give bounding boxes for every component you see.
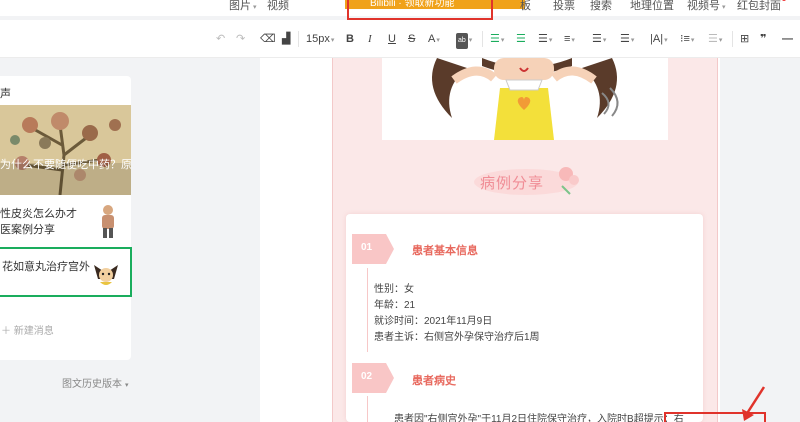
- notification-dot: [782, 0, 786, 1]
- undo-icon[interactable]: ↶: [216, 32, 225, 46]
- article-title: 性皮炎怎么办才 医案例分享: [0, 208, 77, 236]
- annotation-red-box: [347, 0, 493, 20]
- chevron-down-icon: ▾: [125, 382, 129, 389]
- divider: [367, 268, 368, 352]
- section-title-text: 病例分享: [480, 175, 545, 192]
- italic-button[interactable]: I: [368, 32, 372, 46]
- article-list-panel: 声 为什么不要随便吃中药？原因在这 性皮炎怎么办才 医案例分享 花如意丸治疗宫外: [0, 76, 132, 360]
- section-title-banner: 病例分享: [466, 160, 586, 200]
- format-painter-icon[interactable]: ⌫: [260, 32, 276, 46]
- menu-video[interactable]: 视频: [267, 0, 289, 13]
- cover-article-title: 为什么不要随便吃中药？原因在这: [0, 159, 131, 171]
- cover-image[interactable]: [0, 105, 131, 195]
- cover-artwork: [0, 105, 131, 195]
- chevron-down-icon: ▾: [722, 4, 726, 11]
- indent-icon[interactable]: ☰▾: [538, 32, 552, 48]
- divider: [367, 396, 368, 422]
- section-heading: 患者病史: [412, 375, 456, 387]
- menu-template[interactable]: 板: [520, 0, 531, 13]
- cartoon-illustration: [382, 58, 668, 140]
- bullet-list-icon[interactable]: ⁝≡▾: [680, 32, 694, 48]
- format-toolbar: ↶ ↷ ⌫ ▟ 15px▾ B I U S A▾ ab ▾ ☰▾ ☰ ☰▾ ≡▾ …: [0, 20, 800, 58]
- section-number-badge: 02: [352, 363, 394, 393]
- panel-title: 声: [0, 88, 11, 100]
- chevron-down-icon: ▾: [253, 4, 257, 11]
- font-size-select[interactable]: 15px▾: [306, 32, 334, 48]
- quote-icon[interactable]: ❞: [760, 32, 766, 46]
- clear-format-icon[interactable]: ▟: [282, 32, 290, 46]
- info-gender: 性别：女: [374, 284, 414, 295]
- info-age: 年龄：21: [374, 300, 416, 311]
- menu-search[interactable]: 搜索: [590, 0, 612, 13]
- ordered-list-icon[interactable]: ☰▾: [708, 32, 722, 48]
- history-paragraph: 患者因"右侧宫外孕"于11月2日住院保守治疗，入院时B超提示：右: [394, 414, 684, 422]
- font-color-button[interactable]: A▾: [428, 32, 440, 48]
- letter-spacing-icon[interactable]: |A|▾: [650, 32, 668, 48]
- highlight-button[interactable]: ab ▾: [456, 32, 472, 49]
- line-height-icon[interactable]: ≡▾: [564, 32, 575, 48]
- more-icon[interactable]: —: [782, 32, 793, 46]
- table-icon[interactable]: ⊞: [740, 32, 749, 46]
- menu-vote[interactable]: 投票: [553, 0, 575, 13]
- info-complaint: 患者主诉：右侧宫外孕保守治疗后1周: [374, 332, 540, 343]
- strikethrough-button[interactable]: S: [408, 32, 415, 46]
- article-title: 花如意丸治疗宫外: [2, 261, 90, 273]
- top-menubar: Bilibili · 领取新功能 图片 ▾ 视频 板 投票 搜索 地理位置 视频号…: [0, 0, 800, 20]
- paragraph-spacing-icon[interactable]: ☰▾: [592, 32, 606, 48]
- section-number-badge: 01: [352, 234, 394, 264]
- menu-channels[interactable]: 视频号 ▾: [687, 0, 726, 13]
- section-heading: 患者基本信息: [412, 245, 478, 257]
- list-item-selected[interactable]: 花如意丸治疗宫外: [0, 247, 132, 297]
- info-visit-date: 就诊时间：2021年11月9日: [374, 316, 493, 327]
- article-thumbnail: [102, 205, 114, 238]
- menu-red-envelope[interactable]: 红包封面: [737, 0, 786, 13]
- article-thumbnail: [94, 265, 118, 285]
- annotation-arrow-icon: [742, 386, 766, 421]
- list-indent-icon[interactable]: ☰▾: [620, 32, 634, 48]
- history-versions-link[interactable]: 图文历史版本 ▾: [62, 375, 129, 390]
- align-center-icon[interactable]: ☰: [516, 32, 526, 46]
- menu-images[interactable]: 图片 ▾: [229, 0, 257, 13]
- redo-icon[interactable]: ↷: [236, 32, 245, 46]
- list-item[interactable]: 性皮炎怎么办才 医案例分享: [0, 198, 131, 248]
- new-message-button[interactable]: ＋ 新建消息: [1, 322, 54, 337]
- plus-icon: ＋: [1, 326, 11, 337]
- menu-location[interactable]: 地理位置: [630, 0, 674, 13]
- underline-button[interactable]: U: [388, 32, 396, 46]
- bold-button[interactable]: B: [346, 32, 354, 46]
- align-left-icon[interactable]: ☰▾: [490, 32, 504, 48]
